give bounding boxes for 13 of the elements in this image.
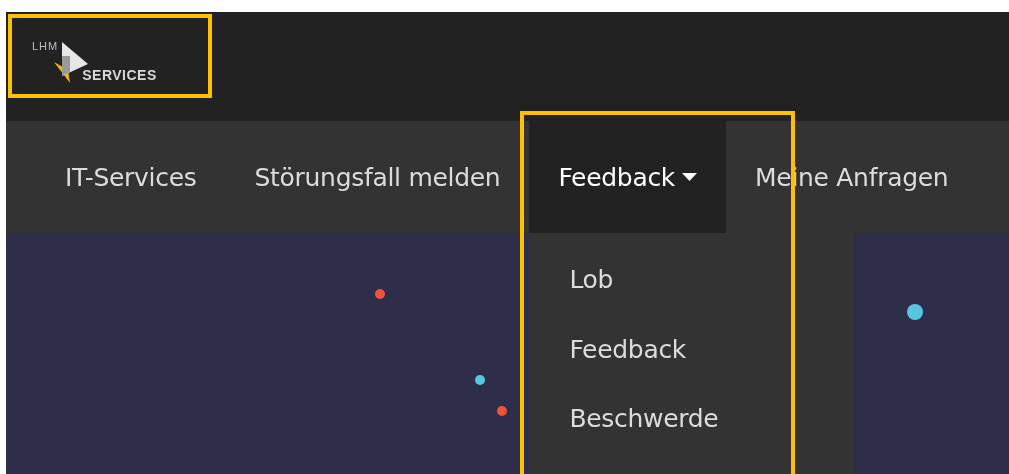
nav-tab[interactable]: IT-Services — [65, 121, 197, 233]
menu-item[interactable]: Beschwerde — [529, 404, 855, 474]
particle-icon — [375, 289, 385, 299]
particle-icon — [907, 304, 923, 320]
particle-icon — [475, 375, 485, 385]
menu-item[interactable]: Feedback — [529, 334, 855, 405]
menu-item[interactable]: Lob — [529, 265, 855, 335]
logo-text: SERVICES — [82, 67, 157, 83]
particle-icon — [497, 406, 507, 416]
nav-tab[interactable]: Feedback — [529, 121, 727, 233]
logo[interactable]: LHM SERVICES — [32, 40, 157, 83]
nav-tab[interactable]: Störungsfall melden — [254, 121, 501, 233]
logo-text: LHM — [32, 40, 59, 52]
